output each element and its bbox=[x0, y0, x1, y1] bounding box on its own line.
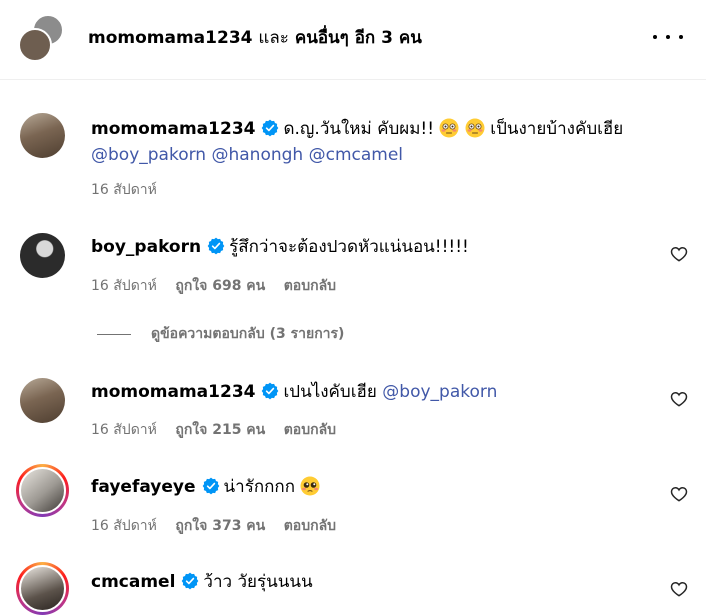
comment-time[interactable]: 16 สัปดาห์ bbox=[91, 422, 157, 438]
stacked-avatars[interactable] bbox=[18, 14, 68, 64]
verified-badge-icon bbox=[202, 477, 220, 495]
caption-mentions: @boy_pakorn @hanongh @cmcamel bbox=[91, 143, 403, 167]
mention-link[interactable]: @hanongh bbox=[211, 145, 303, 165]
caption-line: momomama1234 ด.ญ.วันใหม่ คับผม!! เป็นงายบ… bbox=[91, 117, 623, 141]
comment-username[interactable]: momomama1234 bbox=[91, 119, 255, 139]
caption-text-2: เป็นงายบ้างคับเฮีย bbox=[490, 119, 624, 139]
mention-link[interactable]: @boy_pakorn bbox=[91, 145, 206, 165]
comment-meta: 16 สัปดาห์ ถูกใจ 215 คน ตอบกลับ bbox=[91, 419, 350, 441]
heart-outline-icon[interactable] bbox=[670, 580, 688, 598]
heart-outline-icon[interactable] bbox=[670, 245, 688, 263]
likes-count[interactable]: ถูกใจ 215 คน bbox=[175, 422, 265, 438]
comment-time[interactable]: 16 สัปดาห์ bbox=[91, 182, 157, 198]
view-replies-label: ดูข้อความตอบกลับ (3 รายการ) bbox=[151, 326, 345, 342]
comment-line: fayefayeye น่ารักกกก bbox=[91, 475, 320, 499]
verified-badge-icon bbox=[207, 237, 225, 255]
heart-outline-icon[interactable] bbox=[670, 390, 688, 408]
avatar-story-ring[interactable] bbox=[16, 562, 69, 615]
comment-meta: 16 สัปดาห์ bbox=[91, 179, 171, 201]
pleading-face-emoji-icon bbox=[300, 476, 320, 496]
comment-username[interactable]: boy_pakorn bbox=[91, 237, 201, 257]
comment-text: ว้าว วัยรุ่นนนน bbox=[203, 572, 313, 592]
author-username[interactable]: momomama1234 bbox=[88, 28, 252, 48]
post-header: momomama1234 และ คนอื่นๆ อีก 3 คน bbox=[0, 0, 706, 80]
mention-link[interactable]: @boy_pakorn bbox=[382, 382, 497, 402]
likes-count[interactable]: ถูกใจ 373 คน bbox=[175, 518, 265, 534]
mention-link[interactable]: @cmcamel bbox=[309, 145, 403, 165]
view-replies-button[interactable]: ดูข้อความตอบกลับ (3 รายการ) bbox=[97, 324, 344, 344]
comment-text: เปนไงคับเฮีย bbox=[283, 382, 377, 402]
post-author-line: momomama1234 และ คนอื่นๆ อีก 3 คน bbox=[88, 24, 422, 51]
comment-time[interactable]: 16 สัปดาห์ bbox=[91, 518, 157, 534]
avatar[interactable] bbox=[20, 233, 65, 278]
heart-outline-icon[interactable] bbox=[670, 485, 688, 503]
avatar[interactable] bbox=[20, 378, 65, 423]
verified-badge-icon bbox=[261, 119, 279, 137]
reply-button[interactable]: ตอบกลับ bbox=[284, 278, 336, 294]
comment-meta: 16 สัปดาห์ ถูกใจ 373 คน ตอบกลับ bbox=[91, 515, 350, 537]
others-link[interactable]: คนอื่นๆ อีก 3 คน bbox=[295, 28, 422, 48]
caption-text: ด.ญ.วันใหม่ คับผม!! bbox=[283, 119, 435, 139]
verified-badge-icon bbox=[181, 572, 199, 590]
and-text: และ bbox=[258, 28, 289, 48]
reply-button[interactable]: ตอบกลับ bbox=[284, 422, 336, 438]
verified-badge-icon bbox=[261, 382, 279, 400]
avatar[interactable] bbox=[18, 28, 52, 62]
comment-text: น่ารักกกก bbox=[223, 477, 296, 497]
comment-username[interactable]: fayefayeye bbox=[91, 477, 196, 497]
comment-time[interactable]: 16 สัปดาห์ bbox=[91, 278, 157, 294]
flushed-face-emoji-icon bbox=[439, 118, 459, 138]
comment-meta: 16 สัปดาห์ ถูกใจ 698 คน ตอบกลับ bbox=[91, 275, 350, 297]
avatar[interactable] bbox=[20, 113, 65, 158]
more-options-button[interactable] bbox=[653, 26, 683, 48]
comment-username[interactable]: momomama1234 bbox=[91, 382, 255, 402]
avatar bbox=[19, 467, 66, 514]
replies-divider bbox=[97, 333, 131, 335]
comment-line: momomama1234 เปนไงคับเฮีย @boy_pakorn bbox=[91, 380, 497, 404]
comment-line: boy_pakorn รู้สึกว่าจะต้องปวดหัวแน่นอน!!!… bbox=[91, 235, 469, 259]
likes-count[interactable]: ถูกใจ 698 คน bbox=[175, 278, 265, 294]
comment-username[interactable]: cmcamel bbox=[91, 572, 175, 592]
comment-line: cmcamel ว้าว วัยรุ่นนนน bbox=[91, 570, 313, 594]
flushed-face-emoji-icon bbox=[465, 118, 485, 138]
avatar-story-ring[interactable] bbox=[16, 464, 69, 517]
reply-button[interactable]: ตอบกลับ bbox=[284, 518, 336, 534]
more-dot bbox=[679, 35, 683, 39]
comment-text: รู้สึกว่าจะต้องปวดหัวแน่นอน!!!!! bbox=[229, 237, 469, 257]
more-horizontal-icon bbox=[653, 35, 657, 39]
more-dot bbox=[666, 35, 670, 39]
avatar bbox=[19, 565, 66, 612]
